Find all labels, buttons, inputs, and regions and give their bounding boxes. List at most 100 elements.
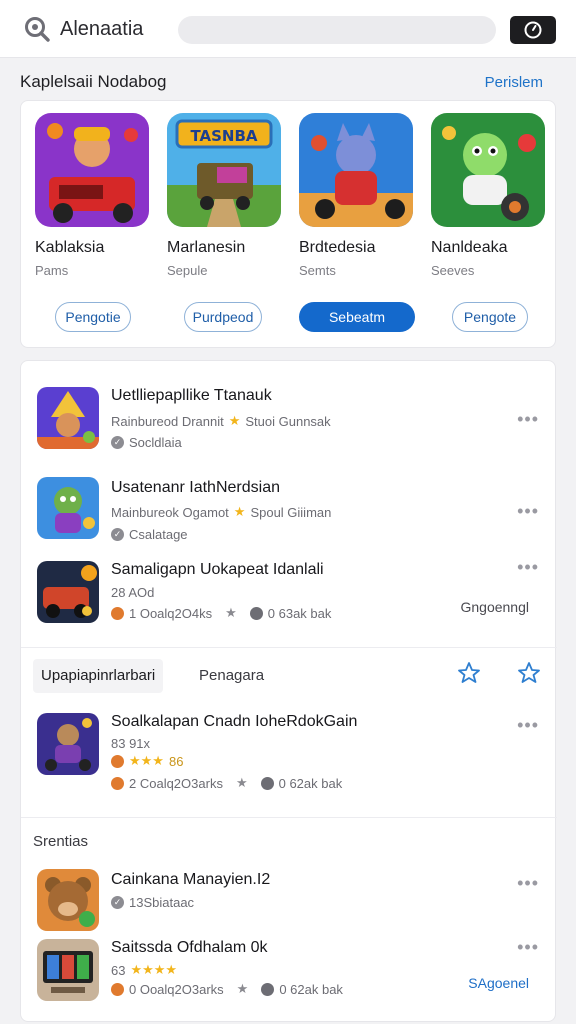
- list-item-title: Cainkana Manayien.I2: [111, 871, 271, 888]
- list-item-meta: 83 91x: [111, 736, 150, 751]
- list-item-title: Samaligapn Uokapeat Idanlali: [111, 561, 324, 578]
- more-options-icon[interactable]: •••: [517, 409, 539, 430]
- rating-icon: [261, 982, 275, 996]
- featured-item-1[interactable]: Kablaksia Pams: [35, 113, 159, 278]
- divider: [21, 647, 557, 648]
- list-item-size: 28 AOd: [111, 585, 155, 600]
- featured-action-button-4[interactable]: Pengote: [452, 302, 528, 332]
- list-item-status: ✓ Csalatage: [111, 527, 188, 542]
- star-outline-icon: ★: [236, 981, 249, 996]
- list-item-title: Uetlliepapllike Ttanauk: [111, 387, 272, 404]
- clock-icon: [524, 21, 542, 39]
- tab-active[interactable]: Upapiapinrlarbari: [33, 659, 164, 693]
- list-item-status: ✓ Socldlaia: [111, 435, 182, 450]
- favorite-star-icon[interactable]: [457, 661, 481, 685]
- green-creature-game-icon: [431, 113, 545, 227]
- see-all-link[interactable]: Perislem: [485, 74, 543, 91]
- verified-icon: ✓: [111, 896, 124, 909]
- list-item-rating-count: 63: [111, 962, 126, 978]
- robot-cat-game-icon: [299, 113, 413, 227]
- search-input[interactable]: [178, 16, 496, 44]
- list-item-rating: 0 62ak bak: [279, 981, 343, 997]
- rating-icon: [249, 606, 263, 620]
- list-item-stats: 1 Ooalq2O4ks ★ 0 63ak bak: [111, 605, 331, 621]
- list-item-downloads: 1 Ooalq2O4ks: [129, 605, 213, 621]
- rating-stars-icon: ★★★★: [130, 962, 178, 977]
- featured-item-name: Marlanesin: [167, 239, 246, 256]
- list-item-action[interactable]: SAgoenel: [468, 975, 529, 991]
- search-logo-icon[interactable]: [24, 16, 52, 42]
- featured-item-3[interactable]: Brdtedesia Semts: [299, 113, 423, 278]
- more-options-icon[interactable]: •••: [517, 715, 539, 736]
- list-item-title: Usatenanr IathNerdsian: [111, 479, 280, 496]
- more-options-icon[interactable]: •••: [517, 937, 539, 958]
- list-item-meta: Mainbureok Ogamot ★ Spoul Giiiman: [111, 504, 331, 520]
- featured-action-button-1[interactable]: Pengotie: [55, 302, 131, 332]
- rating-icon: [260, 776, 274, 790]
- list-item-developer: Mainbureok Ogamot: [111, 504, 229, 520]
- bus-adventure-game-icon: TASNBA: [167, 113, 281, 227]
- list-item-stats: 2 Coalq2O3arks ★ 0 62ak bak: [111, 775, 342, 791]
- featured-item-subtitle: Sepule: [167, 263, 208, 278]
- wizard-game-icon: [37, 387, 99, 449]
- list-item-rating-stars: 63 ★★★★: [111, 962, 177, 978]
- featured-item-subtitle: Seeves: [431, 263, 475, 278]
- list-item-status-text: Csalatage: [129, 527, 188, 542]
- list-item-title: Saitssda Ofdhalam 0k: [111, 939, 268, 956]
- download-icon: [111, 606, 124, 620]
- list-item-rating: 0 63ak bak: [267, 605, 332, 621]
- section-subheading: Srentias: [33, 833, 89, 850]
- download-icon: [111, 982, 124, 996]
- hero-game-icon: [37, 713, 99, 775]
- more-options-icon[interactable]: •••: [517, 873, 539, 894]
- featured-item-name: Nanldeaka: [431, 239, 508, 256]
- app-title: Alenaatia: [60, 18, 144, 40]
- tab-secondary[interactable]: Penagara: [199, 667, 264, 684]
- featured-section-title: Kaplelsaii Nodabog: [20, 72, 167, 91]
- featured-item-subtitle: Semts: [299, 263, 336, 278]
- list-item-stats: 0 Ooalq2O3arks ★ 0 62ak bak: [111, 981, 343, 997]
- star-icon: ★: [233, 504, 246, 519]
- list-item-rating-stars: ★★★ 86: [111, 753, 183, 769]
- list-item-downloads: 0 Ooalq2O3arks: [129, 981, 224, 997]
- list-item-meta: 28 AOd: [111, 585, 154, 600]
- list-item-category: Stuoi Gunnsak: [245, 413, 331, 429]
- list-item-action[interactable]: Gngoenngl: [460, 599, 529, 615]
- list-item-meta: ✓ 13Sbiataac: [111, 895, 194, 910]
- list-item-status-text: Socldlaia: [129, 435, 182, 450]
- list-item-rating-count: 86: [168, 753, 184, 769]
- star-outline-icon: ★: [235, 775, 248, 790]
- star-icon: ★: [228, 413, 241, 428]
- featured-card: Kablaksia Pams TASNBA Marlanesin Sepule: [20, 100, 556, 348]
- featured-item-name: Brdtedesia: [299, 239, 376, 256]
- featured-item-2[interactable]: TASNBA Marlanesin Sepule: [167, 113, 291, 278]
- download-icon: [111, 776, 124, 790]
- featured-item-name: Kablaksia: [35, 239, 105, 256]
- favorite-star-icon[interactable]: [517, 661, 541, 685]
- verified-icon: ✓: [111, 528, 124, 541]
- featured-item-subtitle: Pams: [35, 263, 69, 278]
- list-item-status-text: 13Sbiataac: [129, 895, 195, 910]
- featured-action-button-2[interactable]: Purdpeod: [184, 302, 262, 332]
- app-list-card: Uetlliepapllike Ttanauk Rainbureod Drann…: [20, 360, 557, 1022]
- red-truck-game-icon: [35, 113, 149, 227]
- list-item-meta: Rainbureod Drannit ★ Stuoi Gunnsak: [111, 413, 331, 429]
- timer-button[interactable]: [510, 16, 556, 44]
- star-outline-icon: ★: [225, 605, 237, 620]
- rating-stars-icon: ★★★: [129, 753, 164, 768]
- tv-game-icon: [37, 939, 99, 1001]
- verified-icon: ✓: [111, 436, 124, 449]
- download-icon: [111, 754, 124, 768]
- list-item-downloads: 2 Coalq2O3arks: [129, 775, 223, 791]
- list-item-developer: Rainbureod Drannit: [111, 413, 224, 429]
- list-item-rating: 0 62ak bak: [278, 775, 343, 791]
- featured-action-button-3[interactable]: Sebeatm: [299, 302, 415, 332]
- svg-text:TASNBA: TASNBA: [190, 127, 257, 145]
- top-bar: Alenaatia: [0, 0, 576, 58]
- racing-game-icon: [37, 561, 99, 623]
- featured-item-4[interactable]: Nanldeaka Seeves: [431, 113, 555, 278]
- list-item-size: 83 91x: [111, 736, 151, 751]
- more-options-icon[interactable]: •••: [517, 501, 539, 522]
- more-options-icon[interactable]: •••: [517, 557, 539, 578]
- list-item-category: Spoul Giiiman: [250, 504, 332, 520]
